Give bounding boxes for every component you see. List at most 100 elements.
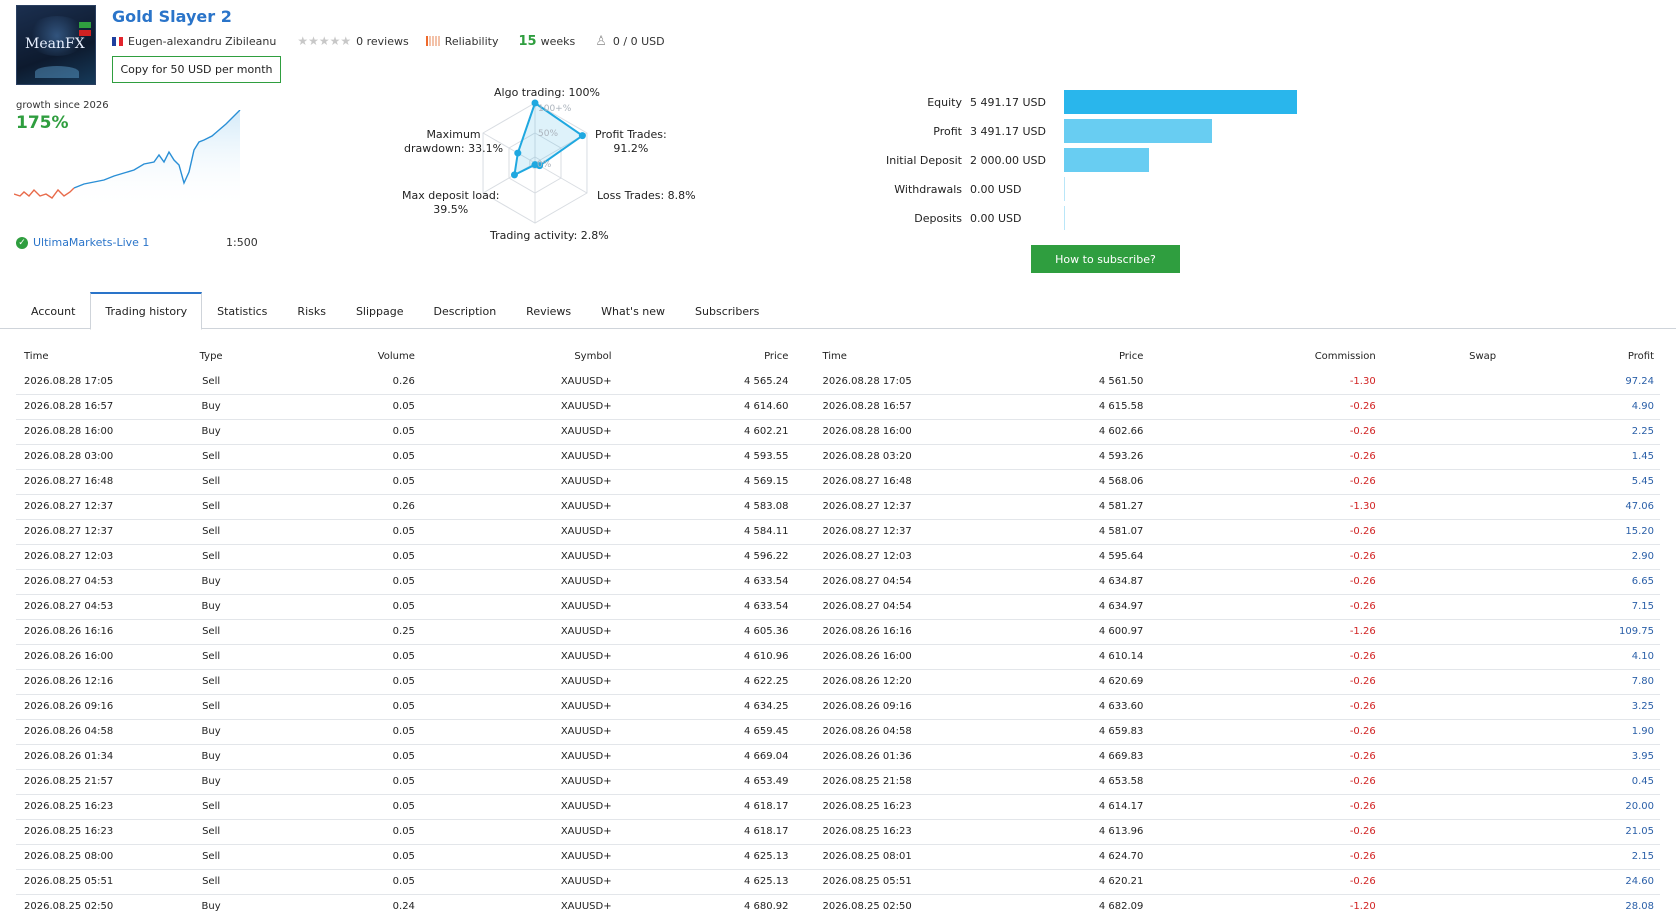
cell-open-price: 4 633.54: [611, 569, 789, 595]
strategy-title[interactable]: Gold Slayer 2: [112, 7, 232, 26]
cell-close-time: 2026.08.26 04:58: [788, 719, 969, 745]
cell-open-time: 2026.08.25 05:51: [16, 869, 180, 895]
bar-label: Deposits: [914, 211, 962, 225]
cell-open-price: 4 610.96: [611, 644, 789, 670]
tab-subscribers[interactable]: Subscribers: [680, 292, 774, 330]
tab-what-s-new[interactable]: What's new: [586, 292, 680, 330]
radar-point-5: [514, 149, 522, 157]
cell-volume: 0.05: [242, 594, 415, 620]
copy-subscription-button[interactable]: Copy for 50 USD per month: [112, 56, 281, 83]
cell-swap: [1375, 544, 1497, 570]
cell-type: Buy: [179, 394, 243, 420]
bar-row-withdrawals: Withdrawals 0.00 USD: [860, 177, 1065, 201]
column-header-open-price[interactable]: Price: [612, 343, 788, 369]
radar-label-max-drawdown-line1: Maximum: [426, 128, 481, 141]
cell-close-time: 2026.08.26 09:16: [788, 694, 969, 720]
table-row: 2026.08.25 16:23 Sell 0.05 XAUUSD+ 4 618.17 2…: [16, 794, 1660, 820]
cell-type: Buy: [179, 894, 243, 915]
cell-commission: -0.26: [1143, 719, 1376, 745]
cell-commission: -0.26: [1143, 569, 1376, 595]
cell-open-time: 2026.08.27 04:53: [16, 569, 180, 595]
cell-symbol: XAUUSD+: [414, 694, 612, 720]
cell-volume: 0.05: [242, 569, 415, 595]
column-header-open-time[interactable]: Time: [16, 343, 180, 369]
logo-tag-green: [79, 22, 91, 28]
table-row: 2026.08.27 12:37 Sell 0.26 XAUUSD+ 4 583.08 2…: [16, 494, 1660, 520]
cell-symbol: XAUUSD+: [414, 644, 612, 670]
cell-open-price: 4 593.55: [611, 444, 789, 470]
radar-label-profit-trades-line1: Profit Trades:: [595, 128, 667, 141]
cell-close-price: 4 602.66: [968, 419, 1144, 445]
cell-open-time: 2026.08.25 16:23: [16, 819, 180, 845]
tab-description[interactable]: Description: [419, 292, 512, 330]
table-header-row: Time Type Volume Symbol Price Time Price Commis…: [16, 343, 1660, 369]
cell-close-time: 2026.08.27 12:03: [788, 544, 969, 570]
column-header-commission[interactable]: Commission: [1143, 343, 1376, 369]
bar-value: 5 491.17 USD: [970, 95, 1046, 109]
leverage-value: 1:500: [226, 236, 258, 249]
cell-swap: [1375, 419, 1497, 445]
cell-volume: 0.05: [242, 394, 415, 420]
tab-trading-history[interactable]: Trading history: [90, 292, 203, 330]
cell-type: Sell: [179, 819, 243, 845]
bar-value: 2 000.00 USD: [970, 153, 1046, 167]
cell-close-time: 2026.08.28 03:20: [788, 444, 969, 470]
cell-commission: -0.26: [1143, 794, 1376, 820]
cell-symbol: XAUUSD+: [414, 669, 612, 695]
author-link[interactable]: Eugen-alexandru Zibileanu: [128, 35, 276, 48]
tab-slippage[interactable]: Slippage: [341, 292, 419, 330]
cell-open-price: 4 618.17: [611, 819, 789, 845]
rating-stars-icon: ★★★★★: [297, 34, 352, 48]
column-header-close-time[interactable]: Time: [788, 343, 968, 369]
cell-swap: [1375, 719, 1497, 745]
table-row: 2026.08.26 16:16 Sell 0.25 XAUUSD+ 4 605.36 2…: [16, 619, 1660, 645]
cell-symbol: XAUUSD+: [414, 494, 612, 520]
tab-risks[interactable]: Risks: [282, 292, 341, 330]
cell-symbol: XAUUSD+: [414, 419, 612, 445]
cell-symbol: XAUUSD+: [414, 894, 612, 915]
cell-close-time: 2026.08.25 05:51: [788, 869, 969, 895]
cell-close-time: 2026.08.28 17:05: [788, 369, 969, 395]
tab-account[interactable]: Account: [16, 292, 90, 330]
cell-swap: [1375, 444, 1497, 470]
column-header-swap[interactable]: Swap: [1376, 343, 1496, 369]
column-header-volume[interactable]: Volume: [242, 343, 415, 369]
bar-value: 3 491.17 USD: [970, 124, 1046, 138]
cell-open-time: 2026.08.28 16:57: [16, 394, 180, 420]
cell-volume: 0.25: [242, 619, 415, 645]
cell-swap: [1375, 469, 1497, 495]
column-header-close-price[interactable]: Price: [968, 343, 1143, 369]
strategy-logo: MeanFX: [16, 5, 96, 85]
column-header-type[interactable]: Type: [180, 343, 242, 369]
how-to-subscribe-button[interactable]: How to subscribe?: [1031, 245, 1180, 273]
column-header-profit[interactable]: Profit: [1496, 343, 1660, 369]
cell-open-price: 4 653.49: [611, 769, 789, 795]
cell-commission: -0.26: [1143, 644, 1376, 670]
broker-link[interactable]: ✓ UltimaMarkets-Live 1: [16, 236, 149, 249]
cell-close-price: 4 610.14: [968, 644, 1144, 670]
cell-symbol: XAUUSD+: [414, 844, 612, 870]
radar-label-trading-activity: Trading activity: 2.8%: [490, 229, 609, 242]
column-header-symbol[interactable]: Symbol: [415, 343, 611, 369]
cell-close-price: 4 634.97: [968, 594, 1144, 620]
logo-hand-graphic: [35, 66, 79, 78]
tab-reviews[interactable]: Reviews: [511, 292, 586, 330]
cell-profit: 24.60: [1496, 869, 1660, 895]
table-row: 2026.08.25 05:51 Sell 0.05 XAUUSD+ 4 625.13 2…: [16, 869, 1660, 895]
cell-profit: 1.45: [1496, 444, 1660, 470]
cell-open-time: 2026.08.25 08:00: [16, 844, 180, 870]
cell-close-price: 4 634.87: [968, 569, 1144, 595]
cell-close-time: 2026.08.27 04:54: [788, 569, 969, 595]
radar-tick-50: 50%: [538, 129, 558, 139]
cell-swap: [1375, 519, 1497, 545]
table-body: 2026.08.28 17:05 Sell 0.26 XAUUSD+ 4 565.24 2…: [16, 369, 1660, 915]
radar-label-max-drawdown-line2: drawdown: 33.1%: [404, 142, 504, 155]
cell-open-price: 4 622.25: [611, 669, 789, 695]
radar-label-max-deposit-line2: 39.5%: [433, 203, 469, 216]
cell-symbol: XAUUSD+: [414, 544, 612, 570]
cell-open-time: 2026.08.28 16:00: [16, 419, 180, 445]
cell-type: Sell: [179, 444, 243, 470]
growth-line-negative: [14, 187, 75, 199]
reviews-count[interactable]: 0 reviews: [356, 35, 409, 48]
tab-statistics[interactable]: Statistics: [202, 292, 282, 330]
